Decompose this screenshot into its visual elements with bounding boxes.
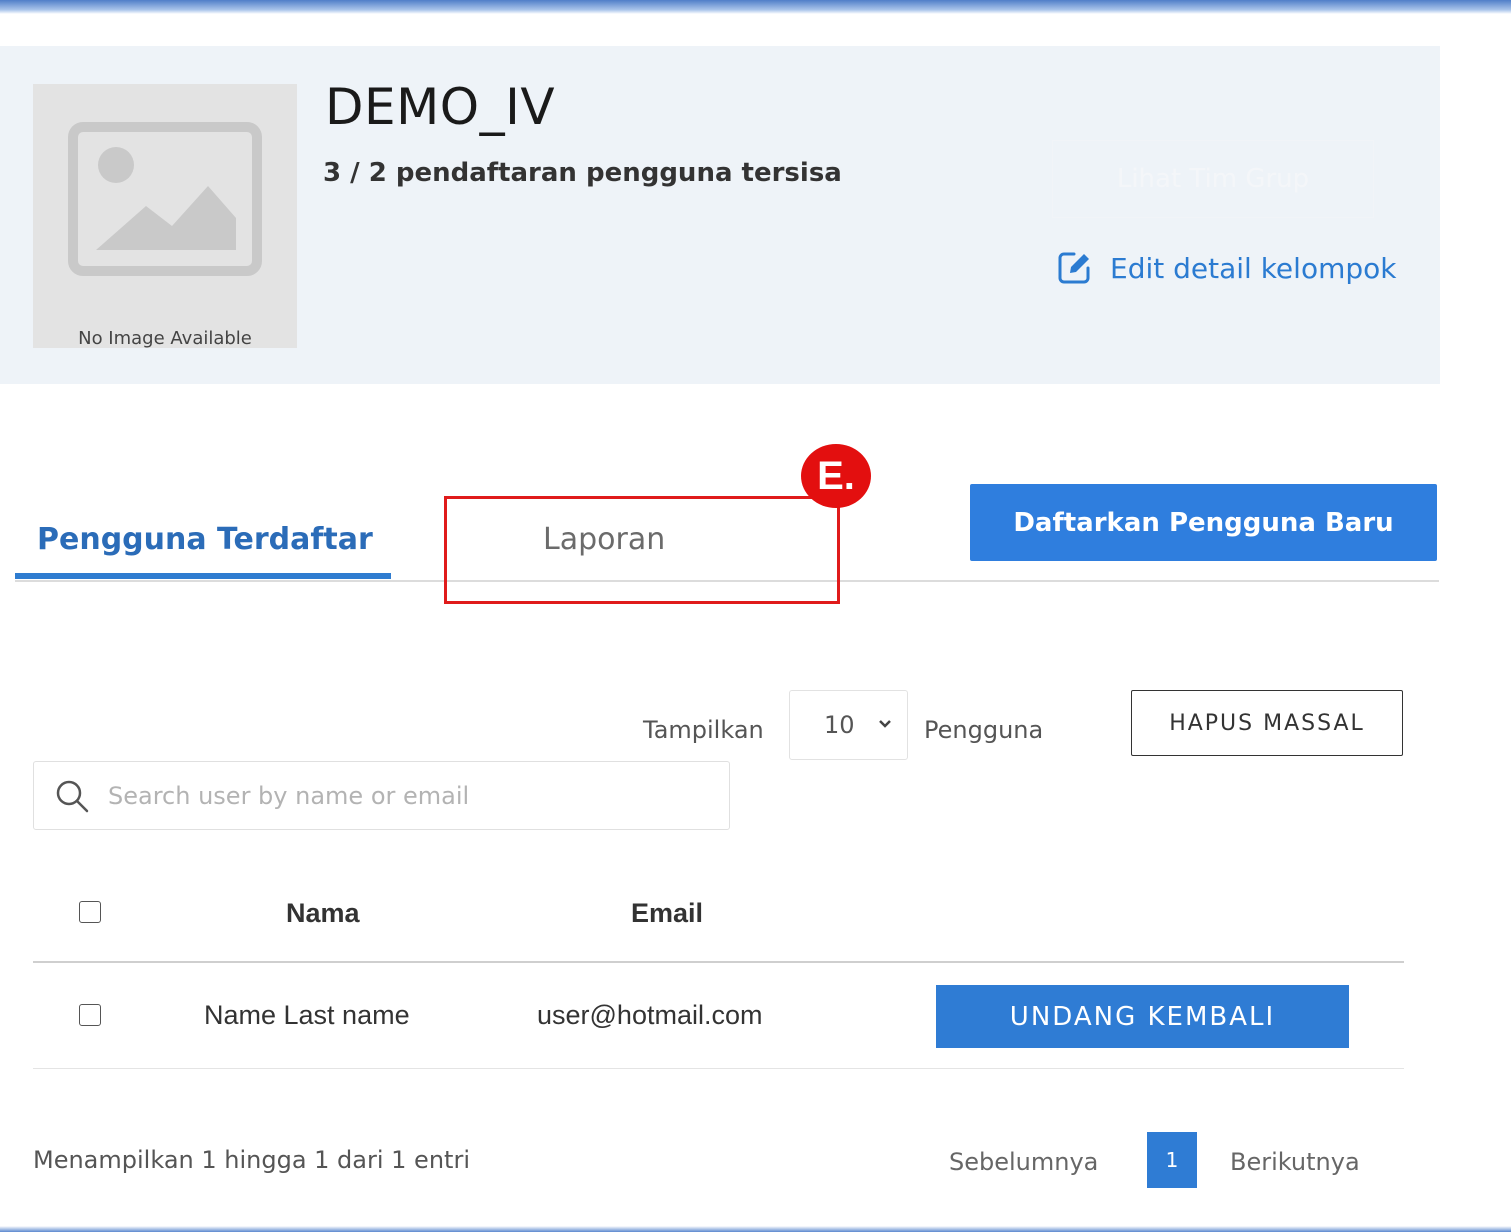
annotation-step-badge: E. <box>801 444 871 508</box>
register-new-user-button[interactable]: Daftarkan Pengguna Baru <box>970 484 1437 561</box>
image-placeholder-icon <box>68 122 262 276</box>
row-user-email: user@hotmail.com <box>537 1000 763 1030</box>
page-size-value: 10 <box>824 711 855 739</box>
search-field[interactable] <box>33 761 730 830</box>
edit-group-details-link[interactable]: Edit detail kelompok <box>1056 250 1396 286</box>
window-top-edge <box>0 0 1511 14</box>
chevron-down-icon <box>879 720 891 728</box>
search-input[interactable] <box>108 781 708 810</box>
users-unit-label: Pengguna <box>924 716 1044 744</box>
reinvite-button[interactable]: UNDANG KEMBALI <box>936 985 1349 1048</box>
registration-quota: 3 / 2 pendaftaran pengguna tersisa <box>323 158 842 188</box>
edit-group-details-label: Edit detail kelompok <box>1110 251 1397 285</box>
row-checkbox[interactable] <box>79 1004 101 1026</box>
select-all-checkbox[interactable] <box>79 901 101 923</box>
pagination-page-1[interactable]: 1 <box>1147 1132 1197 1188</box>
search-icon <box>56 780 89 812</box>
group-title: DEMO_IV <box>325 78 556 136</box>
entries-info: Menampilkan 1 hingga 1 dari 1 entri <box>33 1146 470 1174</box>
active-tab-indicator <box>15 573 391 579</box>
no-image-caption: No Image Available <box>78 328 252 349</box>
bulk-delete-button[interactable]: HAPUS MASSAL <box>1131 690 1403 756</box>
edit-icon <box>1058 252 1090 284</box>
table-header-divider <box>33 961 1404 963</box>
page-size-select[interactable]: 10 <box>789 690 908 760</box>
window-bottom-edge <box>0 1226 1511 1232</box>
faded-group-button[interactable]: Lihat Tim Grup <box>1052 140 1374 218</box>
pagination-previous[interactable]: Sebelumnya <box>949 1148 1098 1176</box>
tab-registered-users[interactable]: Pengguna Terdaftar <box>37 522 373 557</box>
table-row-divider <box>33 1068 1404 1069</box>
pagination-next[interactable]: Berikutnya <box>1230 1148 1360 1176</box>
row-user-name: Name Last name <box>204 1000 410 1030</box>
group-image-placeholder: No Image Available <box>33 84 297 349</box>
column-header-email: Email <box>631 898 704 928</box>
column-header-name: Nama <box>286 898 360 928</box>
show-entries-label: Tampilkan <box>643 716 764 744</box>
annotation-highlight-box <box>444 496 840 604</box>
